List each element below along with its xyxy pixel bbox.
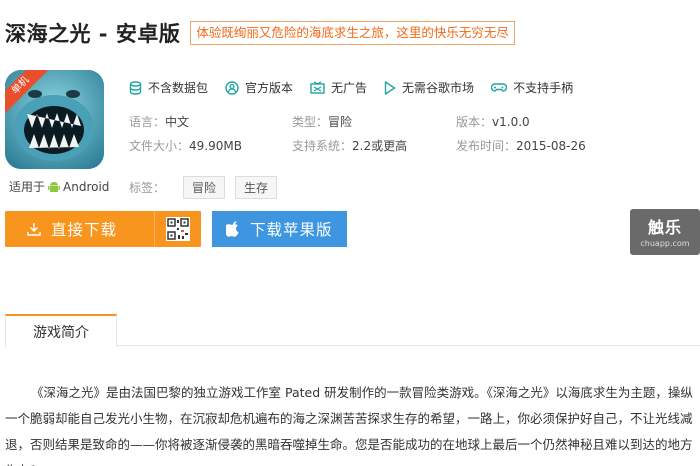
info-version: 版本：v1.0.0: [456, 115, 530, 129]
feature-label: 无需谷歌市场: [402, 81, 475, 95]
slogan-badge: 体验既绚丽又危险的海底求生之旅，这里的快乐无穷无尽: [190, 21, 515, 45]
no-ads-icon: [310, 81, 325, 94]
apple-download-button[interactable]: 下载苹果版: [212, 211, 347, 247]
game-description: 《深海之光》是由法国巴黎的独立游戏工作室 Pated 研发制作的一款冒险类游戏。…: [5, 385, 693, 466]
database-icon: [129, 80, 142, 95]
download-icon: [27, 223, 41, 236]
info-release-date: 发布时间：2015-08-26: [456, 139, 586, 153]
tags-label: 标签：: [129, 181, 166, 195]
tag-survival[interactable]: 生存: [235, 176, 278, 199]
android-icon: [48, 181, 61, 192]
feature-no-data-package: 不含数据包: [129, 79, 208, 96]
tab-bar: 游戏简介: [5, 314, 700, 347]
feature-no-ads: 无广告: [310, 79, 367, 96]
page-title: 深海之光 - 安卓版: [5, 22, 181, 46]
qr-code-icon: [166, 217, 190, 241]
tab-game-intro[interactable]: 游戏简介: [5, 314, 117, 347]
gamepad-icon: [491, 82, 508, 92]
feature-official: 官方版本: [225, 79, 293, 96]
tag-adventure[interactable]: 冒险: [183, 176, 226, 199]
info-language: 语言：中文: [129, 115, 190, 129]
fits-platform: 适用于 Android: [9, 178, 109, 195]
official-user-icon: [225, 80, 239, 95]
feature-no-gamepad: 不支持手柄: [491, 79, 573, 96]
download-main[interactable]: 直接下载: [5, 211, 154, 247]
feature-label: 不支持手柄: [513, 81, 574, 95]
feature-label: 不含数据包: [148, 81, 209, 95]
info-system: 支持系统：2.2或更高: [292, 139, 408, 153]
feature-no-google-play: 无需谷歌市场: [384, 79, 474, 96]
info-file-size: 文件大小：49.90MB: [129, 139, 242, 153]
watermark-url: chuapp.com: [640, 239, 690, 248]
feature-label: 无广告: [331, 81, 368, 95]
apple-icon: [226, 221, 239, 237]
feature-list: 不含数据包 官方版本 无广告 无需谷歌市场 不支持手柄: [129, 79, 590, 96]
watermark-logo-text: 触乐: [647, 218, 682, 237]
direct-download-button[interactable]: 直接下载: [5, 211, 201, 247]
tag-list: 标签： 冒险 生存: [129, 176, 278, 199]
fits-platform-name: Android: [63, 179, 110, 194]
title-row: 深海之光 - 安卓版 体验既绚丽又危险的海底求生之旅，这里的快乐无穷无尽: [5, 18, 515, 48]
app-icon[interactable]: 单机: [5, 70, 104, 169]
qr-code-button[interactable]: [154, 211, 201, 247]
info-type: 类型：冒险: [292, 115, 353, 129]
chuapp-watermark: 触乐 chuapp.com: [630, 209, 700, 255]
play-store-icon: [384, 80, 396, 95]
feature-label: 官方版本: [245, 81, 294, 95]
apple-download-label: 下载苹果版: [250, 221, 333, 239]
fits-label: 适用于: [9, 180, 46, 194]
download-label: 直接下载: [51, 221, 118, 239]
